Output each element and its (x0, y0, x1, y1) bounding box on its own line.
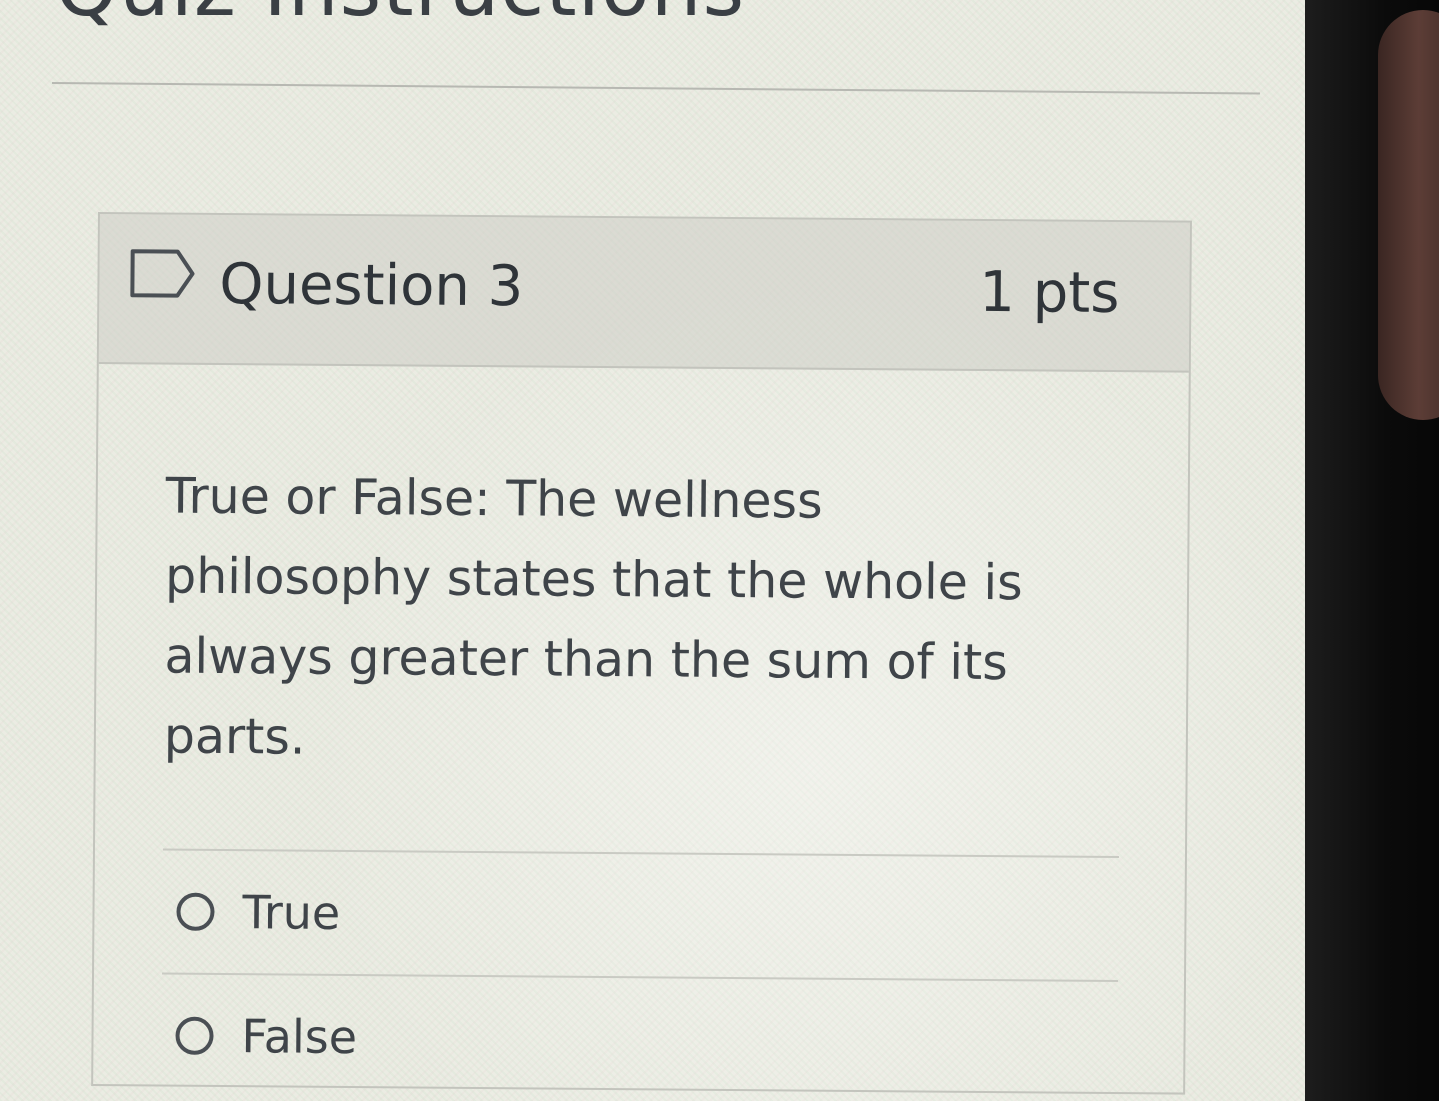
question-title: Question 3 (219, 251, 524, 320)
finger-in-frame (1378, 10, 1439, 420)
answer-option-false[interactable]: False (161, 975, 1118, 1101)
question-card: Question 3 1 pts True or False: The well… (91, 212, 1192, 1095)
answer-list: True False (161, 848, 1119, 1101)
heading-divider (51, 82, 1260, 95)
page-heading: Quiz Instructions (55, 0, 745, 28)
answer-option-true[interactable]: True (162, 851, 1119, 981)
answer-label-true[interactable]: True (242, 885, 340, 940)
flag-outline-icon[interactable] (129, 248, 195, 299)
radio-button-false[interactable] (175, 1016, 214, 1055)
question-header: Question 3 1 pts (98, 214, 1190, 373)
quiz-screen: Quiz Instructions Question 3 1 pts True … (0, 0, 1305, 1101)
radio-button-true[interactable] (176, 892, 215, 931)
question-body: True or False: The wellness philosophy s… (93, 364, 1189, 1101)
question-points: 1 pts (979, 259, 1120, 327)
answer-label-false[interactable]: False (241, 1009, 357, 1064)
question-text: True or False: The wellness philosophy s… (163, 467, 1023, 766)
